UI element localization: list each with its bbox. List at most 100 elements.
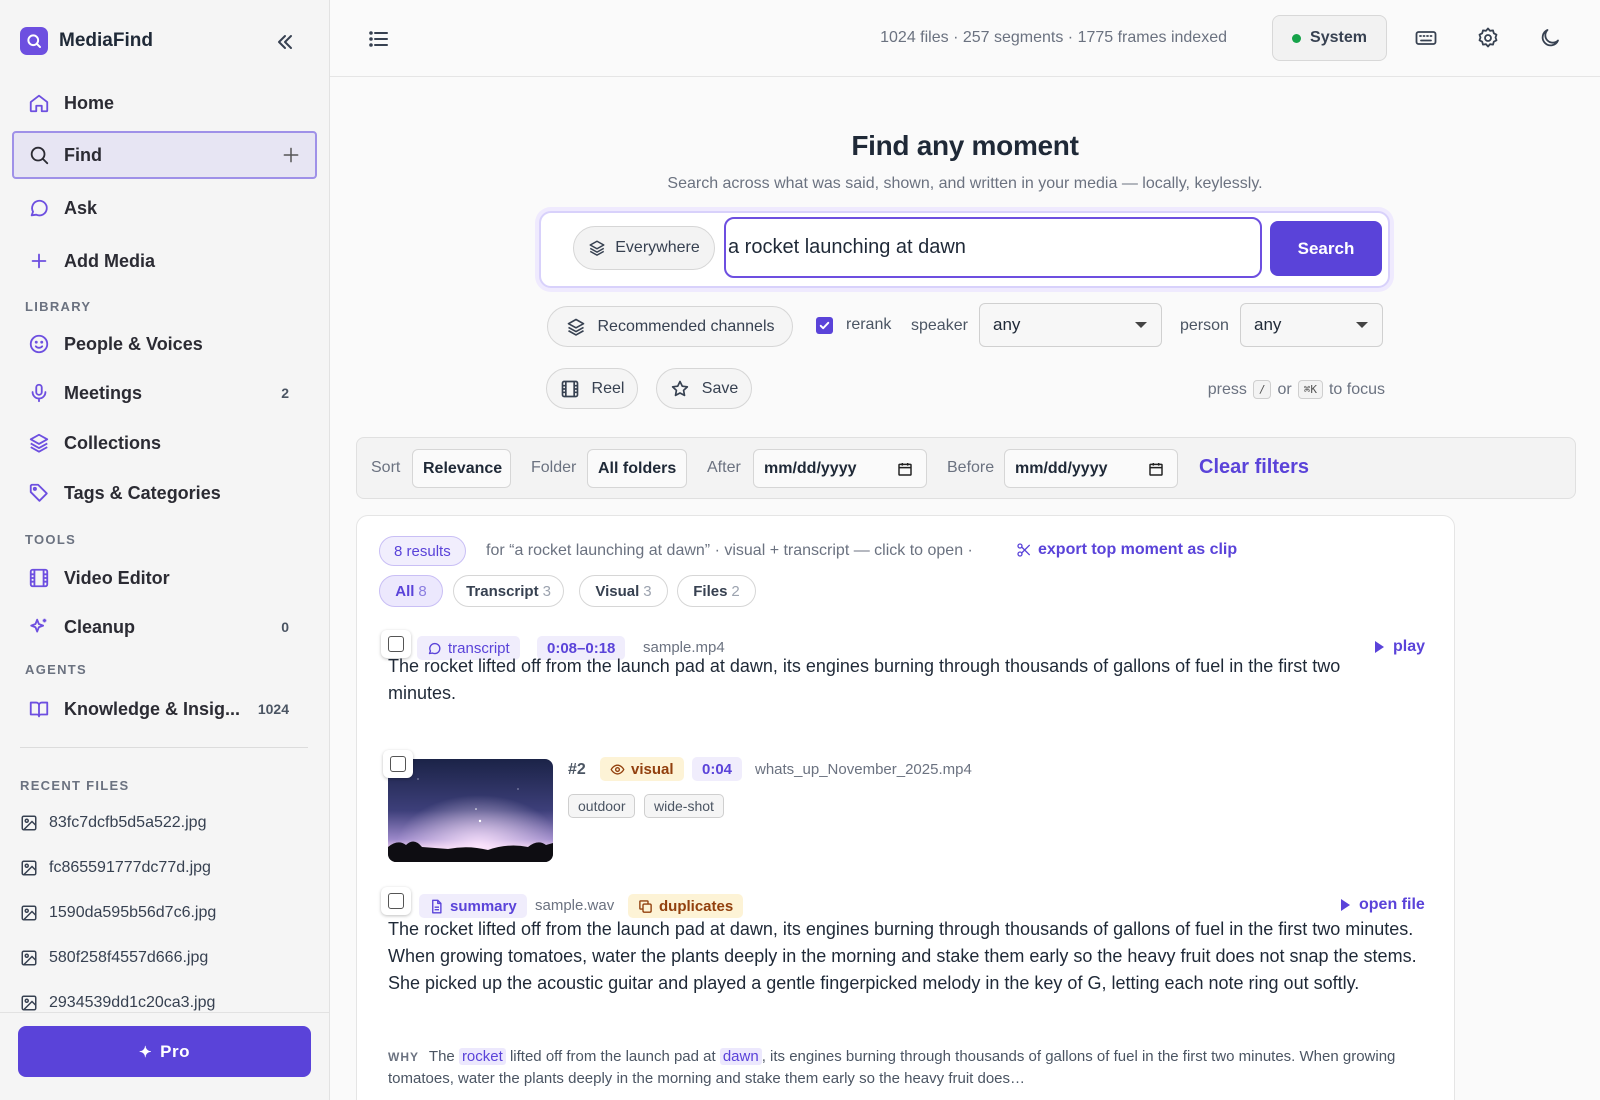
results-count-badge: 8 results: [379, 536, 466, 566]
result-file-name: sample.wav: [535, 897, 615, 914]
folder-select[interactable]: All folders: [587, 449, 687, 488]
nav-knowledge-insights[interactable]: Knowledge & Insig... 1024: [12, 685, 317, 733]
list-menu-icon[interactable]: [367, 27, 391, 51]
why-highlight: rocket: [458, 1048, 506, 1065]
hint-or: or: [1277, 380, 1292, 398]
why-highlight: dawn: [719, 1048, 762, 1065]
search-scope-label: Everywhere: [615, 239, 700, 256]
result-select-checkbox[interactable]: [383, 750, 413, 778]
tag-icon: [28, 482, 50, 504]
recent-file-item[interactable]: 83fc7dcfb5d5a522.jpg: [20, 814, 206, 832]
type-badge-visual: visual: [600, 757, 684, 781]
tab-files-count: 2: [731, 582, 740, 600]
keyboard-icon[interactable]: [1414, 26, 1438, 50]
speaker-value: any: [993, 315, 1021, 334]
chevron-down-icon: [1135, 322, 1147, 328]
duplicates-badge[interactable]: duplicates: [628, 894, 744, 918]
person-select[interactable]: any: [1240, 303, 1383, 347]
system-status-button[interactable]: System: [1272, 15, 1387, 61]
scene-tag[interactable]: outdoor: [568, 794, 636, 818]
brand[interactable]: MediaFind: [20, 27, 153, 55]
sparkle-icon: ✦: [139, 1043, 153, 1061]
nav-video-editor[interactable]: Video Editor: [12, 554, 317, 602]
search-box: Everywhere Search: [539, 211, 1390, 288]
cleanup-count: 0: [281, 619, 289, 635]
results-panel: 8 results for “a rocket launching at daw…: [356, 515, 1455, 1100]
tab-files[interactable]: Files 2: [677, 575, 756, 607]
film-icon: [560, 379, 580, 399]
why-text: lifted off from the launch pad at: [509, 1048, 716, 1065]
save-button[interactable]: Save: [656, 368, 752, 409]
recent-file-item[interactable]: 1590da595b56d7c6.jpg: [20, 904, 216, 922]
rerank-checkbox[interactable]: [816, 316, 833, 334]
speaker-label: speaker: [911, 317, 968, 334]
layers-icon: [28, 432, 50, 454]
search-input[interactable]: [724, 217, 1262, 278]
recent-file-item[interactable]: fc865591777dc77d.jpg: [20, 859, 211, 877]
nav-add-media[interactable]: Add Media: [12, 237, 317, 285]
recent-file-item[interactable]: 580f258f4557d666.jpg: [20, 949, 208, 967]
tab-visual[interactable]: Visual 3: [579, 575, 668, 607]
nav-home[interactable]: Home: [12, 79, 317, 127]
nav-tags-categories[interactable]: Tags & Categories: [12, 469, 317, 517]
sidebar-divider: [20, 747, 308, 748]
tab-transcript[interactable]: Transcript 3: [453, 575, 564, 607]
open-file-link[interactable]: open file: [1341, 896, 1425, 914]
sort-select[interactable]: Relevance: [412, 449, 511, 488]
result-select-checkbox[interactable]: [381, 887, 411, 915]
calendar-icon[interactable]: [1148, 461, 1164, 477]
document-icon: [429, 899, 444, 914]
nav-home-label: Home: [64, 92, 115, 113]
person-value: any: [1254, 315, 1282, 334]
speaker-select[interactable]: any: [979, 303, 1162, 347]
pro-button[interactable]: ✦ Pro: [18, 1026, 311, 1077]
pro-button-label: Pro: [160, 1041, 190, 1061]
export-clip-label: export top moment as clip: [1038, 541, 1238, 558]
recommended-channels-button[interactable]: Recommended channels: [547, 306, 793, 347]
person-label: person: [1180, 317, 1229, 334]
book-icon: [28, 698, 50, 720]
type-badge-label: summary: [450, 897, 517, 915]
tab-transcript-count: 3: [542, 582, 551, 600]
nav-find[interactable]: Find: [12, 131, 317, 179]
tab-visual-label: Visual: [595, 582, 640, 600]
result-thumbnail[interactable]: [388, 759, 553, 862]
before-date-input[interactable]: mm/dd/yyyy: [1004, 449, 1178, 488]
recent-file-name: fc865591777dc77d.jpg: [49, 859, 211, 876]
export-clip-link[interactable]: export top moment as clip: [1016, 541, 1237, 559]
nav-people-voices[interactable]: People & Voices: [12, 320, 317, 368]
top-bar: 1024 files · 257 segments · 1775 frames …: [330, 0, 1600, 77]
app-name: MediaFind: [59, 30, 153, 51]
dark-mode-moon-icon[interactable]: [1538, 26, 1562, 50]
tools-section-label: TOOLS: [25, 532, 77, 547]
play-icon: [1375, 641, 1384, 653]
scissors-icon: [1016, 542, 1032, 558]
search-scope-button[interactable]: Everywhere: [573, 226, 715, 270]
new-search-plus-icon[interactable]: [281, 145, 301, 165]
filter-bar: Sort Relevance Folder All folders After …: [356, 437, 1576, 499]
nav-cleanup[interactable]: Cleanup 0: [12, 603, 317, 651]
search-button[interactable]: Search: [1270, 221, 1382, 276]
recent-file-name: 2934539dd1c20ca3.jpg: [49, 994, 216, 1011]
nav-ask[interactable]: Ask: [12, 184, 317, 232]
tab-all-count: 8: [418, 582, 427, 600]
rerank-toggle[interactable]: rerank: [816, 316, 891, 334]
index-stats: 1024 files · 257 segments · 1775 frames …: [880, 29, 1227, 46]
search-icon: [28, 144, 50, 166]
page-title: Find any moment: [851, 130, 1079, 161]
scene-tag[interactable]: wide-shot: [644, 794, 724, 818]
after-date-input[interactable]: mm/dd/yyyy: [753, 449, 927, 488]
plus-icon: [28, 250, 50, 272]
clear-filters-link[interactable]: Clear filters: [1199, 456, 1309, 479]
nav-collections[interactable]: Collections: [12, 419, 317, 467]
slash-key: /: [1252, 380, 1272, 399]
gear-icon[interactable]: [1476, 26, 1500, 50]
image-file-icon: [20, 859, 38, 877]
reel-button[interactable]: Reel: [546, 368, 638, 409]
status-dot-icon: [1292, 33, 1302, 43]
collapse-sidebar-icon[interactable]: [273, 30, 297, 54]
calendar-icon[interactable]: [897, 461, 913, 477]
nav-meetings[interactable]: Meetings 2: [12, 369, 317, 417]
tab-all[interactable]: All 8: [379, 575, 443, 607]
recent-file-item[interactable]: 2934539dd1c20ca3.jpg: [20, 994, 215, 1012]
